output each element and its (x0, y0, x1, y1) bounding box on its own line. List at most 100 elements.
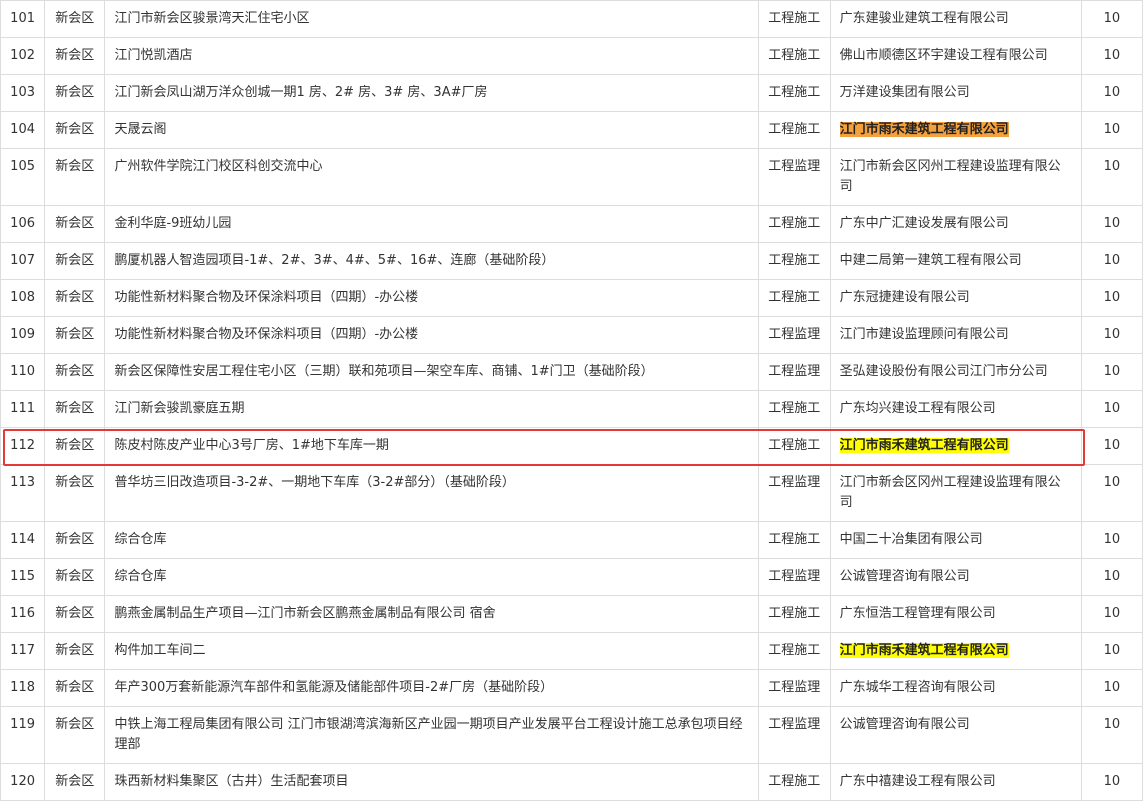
row-number: 103 (0, 74, 46, 112)
score-cell: 10 (1080, 37, 1143, 75)
project-name-cell: 普华坊三旧改造项目-3-2#、一期地下车库（3-2#部分）（基础阶段） (104, 464, 760, 522)
work-type-cell: 工程施工 (758, 632, 831, 670)
table-row: 111 新会区 江门新会骏凯豪庭五期 工程施工 广东均兴建设工程有限公司 10 (0, 390, 1143, 428)
work-type-cell: 工程监理 (758, 353, 831, 391)
district-cell: 新会区 (44, 521, 106, 559)
work-type-cell: 工程施工 (758, 111, 831, 149)
score-cell: 10 (1080, 148, 1143, 206)
table-row: 109 新会区 功能性新材料聚合物及环保涂料项目（四期）-办公楼 工程监理 江门市建设监… (0, 316, 1143, 354)
score-cell: 10 (1080, 706, 1143, 764)
score-cell: 10 (1080, 390, 1143, 428)
district-cell: 新会区 (44, 763, 106, 801)
district-cell: 新会区 (44, 242, 106, 280)
work-type-cell: 工程监理 (758, 669, 831, 707)
project-name-cell: 珠西新材料集聚区（古井）生活配套项目 (104, 763, 760, 801)
row-number: 102 (0, 37, 46, 75)
table-row: 117 新会区 构件加工车间二 工程施工 江门市雨禾建筑工程有限公司 10 (0, 632, 1143, 670)
table-row: 105 新会区 广州软件学院江门校区科创交流中心 工程监理 江门市新会区冈州工程建设监理… (0, 148, 1143, 206)
row-number: 110 (0, 353, 46, 391)
district-cell: 新会区 (44, 464, 106, 522)
work-type-cell: 工程施工 (758, 521, 831, 559)
row-number: 101 (0, 0, 46, 38)
row-number: 105 (0, 148, 46, 206)
company-cell: 江门市新会区冈州工程建设监理有限公司 (829, 148, 1082, 206)
score-cell: 10 (1080, 111, 1143, 149)
company-cell: 公诚管理咨询有限公司 (829, 558, 1082, 596)
row-number: 116 (0, 595, 46, 633)
score-cell: 10 (1080, 521, 1143, 559)
work-type-cell: 工程施工 (758, 205, 831, 243)
project-table-body: 101 新会区 江门市新会区骏景湾天汇住宅小区 工程施工 广东建骏业建筑工程有限公司 10… (0, 0, 1143, 801)
project-name-cell: 江门新会凤山湖万洋众创城一期1 房、2# 房、3# 房、3A#厂房 (104, 74, 760, 112)
company-cell: 广东冠捷建设有限公司 (829, 279, 1082, 317)
project-name-cell: 天晟云阁 (104, 111, 760, 149)
table-row: 119 新会区 中铁上海工程局集团有限公司 江门市银湖湾滨海新区产业园一期项目产业发… (0, 706, 1143, 764)
row-number: 109 (0, 316, 46, 354)
project-name-cell: 广州软件学院江门校区科创交流中心 (104, 148, 760, 206)
company-cell: 圣弘建设股份有限公司江门市分公司 (829, 353, 1082, 391)
row-number: 120 (0, 763, 46, 801)
project-name-cell: 江门悦凯酒店 (104, 37, 760, 75)
work-type-cell: 工程施工 (758, 37, 831, 75)
row-number: 111 (0, 390, 46, 428)
row-number: 112 (0, 427, 46, 465)
score-cell: 10 (1080, 595, 1143, 633)
table-row: 113 新会区 普华坊三旧改造项目-3-2#、一期地下车库（3-2#部分）（基础阶段… (0, 464, 1143, 522)
company-cell: 江门市建设监理顾问有限公司 (829, 316, 1082, 354)
project-name-cell: 江门新会骏凯豪庭五期 (104, 390, 760, 428)
work-type-cell: 工程监理 (758, 558, 831, 596)
score-cell: 10 (1080, 205, 1143, 243)
district-cell: 新会区 (44, 74, 106, 112)
table-row: 112 新会区 陈皮村陈皮产业中心3号厂房、1#地下车库一期 工程施工 江门市雨禾建筑工… (0, 427, 1143, 465)
project-name-cell: 金利华庭-9班幼儿园 (104, 205, 760, 243)
project-name-cell: 中铁上海工程局集团有限公司 江门市银湖湾滨海新区产业园一期项目产业发展平台工程设… (104, 706, 760, 764)
district-cell: 新会区 (44, 37, 106, 75)
score-cell: 10 (1080, 279, 1143, 317)
project-name-cell: 综合仓库 (104, 558, 760, 596)
table-row: 106 新会区 金利华庭-9班幼儿园 工程施工 广东中广汇建设发展有限公司 10 (0, 205, 1143, 243)
district-cell: 新会区 (44, 706, 106, 764)
table-row: 102 新会区 江门悦凯酒店 工程施工 佛山市顺德区环宇建设工程有限公司 10 (0, 37, 1143, 75)
table-row: 116 新会区 鹏燕金属制品生产项目—江门市新会区鹏燕金属制品有限公司 宿舍 工程施工… (0, 595, 1143, 633)
table-row: 120 新会区 珠西新材料集聚区（古井）生活配套项目 工程施工 广东中禧建设工程有限公司… (0, 763, 1143, 801)
table-row: 101 新会区 江门市新会区骏景湾天汇住宅小区 工程施工 广东建骏业建筑工程有限公司 10 (0, 0, 1143, 38)
work-type-cell: 工程监理 (758, 464, 831, 522)
company-cell: 广东中禧建设工程有限公司 (829, 763, 1082, 801)
company-cell: 江门市雨禾建筑工程有限公司 (829, 632, 1082, 670)
score-cell: 10 (1080, 427, 1143, 465)
company-cell: 广东城华工程咨询有限公司 (829, 669, 1082, 707)
row-number: 114 (0, 521, 46, 559)
district-cell: 新会区 (44, 0, 106, 38)
company-cell: 江门市新会区冈州工程建设监理有限公司 (829, 464, 1082, 522)
company-cell: 广东中广汇建设发展有限公司 (829, 205, 1082, 243)
row-number: 113 (0, 464, 46, 522)
score-cell: 10 (1080, 464, 1143, 522)
work-type-cell: 工程监理 (758, 706, 831, 764)
row-number: 115 (0, 558, 46, 596)
company-cell: 广东恒浩工程管理有限公司 (829, 595, 1082, 633)
work-type-cell: 工程施工 (758, 279, 831, 317)
project-name-cell: 综合仓库 (104, 521, 760, 559)
table-row: 118 新会区 年产300万套新能源汽车部件和氢能源及储能部件项目-2#厂房（基础阶… (0, 669, 1143, 707)
work-type-cell: 工程施工 (758, 427, 831, 465)
company-cell: 江门市雨禾建筑工程有限公司 (829, 111, 1082, 149)
score-cell: 10 (1080, 0, 1143, 38)
score-cell: 10 (1080, 353, 1143, 391)
district-cell: 新会区 (44, 148, 106, 206)
score-cell: 10 (1080, 316, 1143, 354)
score-cell: 10 (1080, 763, 1143, 801)
table-row: 104 新会区 天晟云阁 工程施工 江门市雨禾建筑工程有限公司 10 (0, 111, 1143, 149)
highlighted-company-name: 江门市雨禾建筑工程有限公司 (839, 438, 1009, 453)
project-name-cell: 鹏厦机器人智造园项目-1#、2#、3#、4#、5#、16#、连廊（基础阶段） (104, 242, 760, 280)
district-cell: 新会区 (44, 353, 106, 391)
company-cell: 公诚管理咨询有限公司 (829, 706, 1082, 764)
project-name-cell: 陈皮村陈皮产业中心3号厂房、1#地下车库一期 (104, 427, 760, 465)
company-cell: 佛山市顺德区环宇建设工程有限公司 (829, 37, 1082, 75)
district-cell: 新会区 (44, 279, 106, 317)
score-cell: 10 (1080, 558, 1143, 596)
row-number: 118 (0, 669, 46, 707)
company-cell: 广东均兴建设工程有限公司 (829, 390, 1082, 428)
project-name-cell: 鹏燕金属制品生产项目—江门市新会区鹏燕金属制品有限公司 宿舍 (104, 595, 760, 633)
project-name-cell: 功能性新材料聚合物及环保涂料项目（四期）-办公楼 (104, 279, 760, 317)
district-cell: 新会区 (44, 595, 106, 633)
